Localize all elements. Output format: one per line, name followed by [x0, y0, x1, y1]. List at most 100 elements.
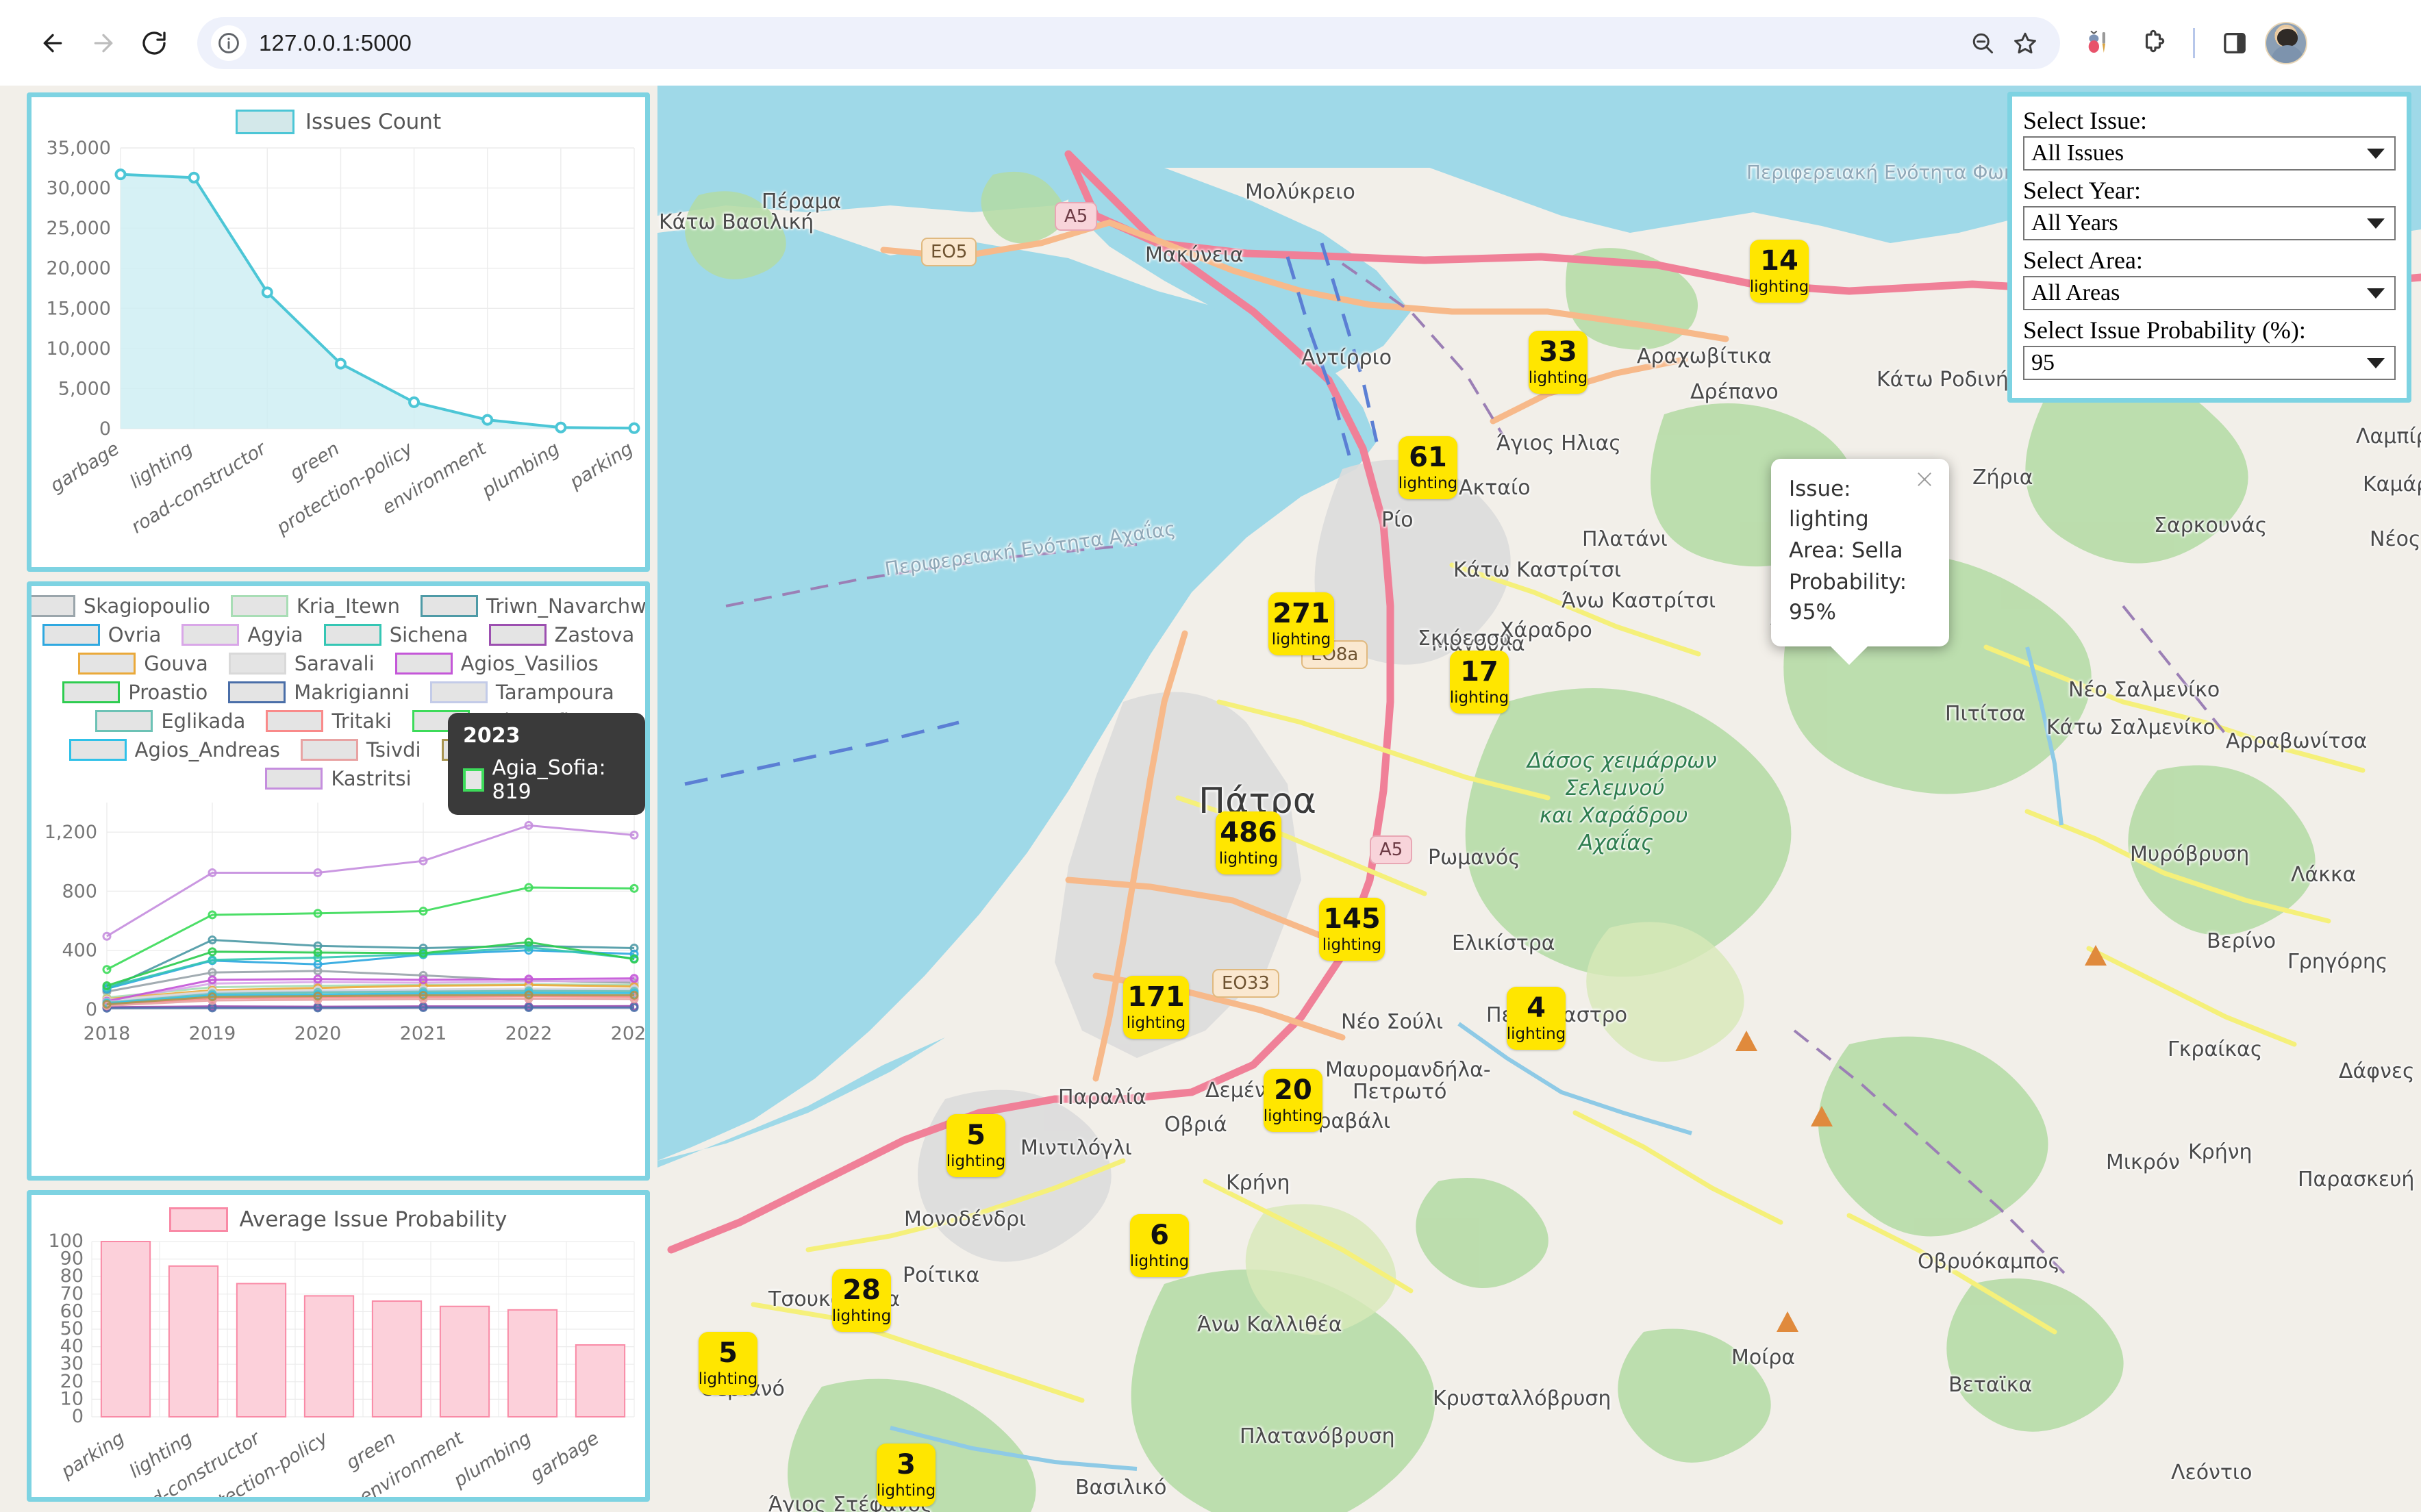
svg-text:30,000: 30,000 [47, 178, 111, 199]
back-button[interactable] [27, 18, 78, 68]
marker-issue: lighting [1322, 936, 1382, 954]
issues-count-chart[interactable]: 0 5,000 10,000 15,000 20,000 25,000 30,000 35,0… [32, 134, 645, 559]
issues-count-legend[interactable]: Issues Count [32, 97, 645, 134]
legend-row: Proastio Makrigianni Tarampoura [62, 681, 614, 704]
legend-swatch [300, 739, 358, 761]
svg-text:2022: 2022 [505, 1023, 553, 1044]
legend-swatch [488, 624, 547, 646]
zoom-out-icon[interactable] [1961, 22, 2004, 64]
svg-text:0: 0 [86, 999, 97, 1020]
address-bar[interactable]: 127.0.0.1:5000 [197, 16, 2060, 69]
forward-button[interactable] [78, 18, 129, 68]
issues-count-panel: Issues Count 0 5,000 10,000 15,000 20,000 25,… [27, 92, 650, 572]
legend-label: Kria_Itewn [296, 594, 401, 618]
legend-item[interactable]: Sichena [323, 623, 468, 646]
svg-text:road-constructor: road-constructor [127, 438, 271, 538]
avg-probability-chart[interactable]: 0102030405060708090100parkinglightingroa… [32, 1232, 645, 1499]
legend-item[interactable]: Tritaki [266, 709, 392, 733]
legend-item[interactable]: Kastritsi [265, 767, 412, 790]
marker-count: 6 [1150, 1220, 1169, 1251]
year-select[interactable]: All Years [2023, 206, 2396, 240]
legend-swatch [228, 653, 286, 675]
marker-count: 3 [896, 1449, 916, 1480]
issue-marker[interactable]: 4 lighting [1507, 987, 1566, 1050]
marker-count: 61 [1409, 442, 1447, 473]
issue-marker[interactable]: 171 lighting [1123, 976, 1189, 1039]
chevron-down-icon [2367, 148, 2385, 159]
issue-marker[interactable]: 14 lighting [1750, 240, 1809, 303]
svg-text:1,200: 1,200 [45, 822, 97, 843]
legend-item[interactable]: Skagiopoulio [32, 594, 210, 618]
legend-item[interactable]: Triwn_Navarchwn [421, 594, 650, 618]
marker-count: 28 [842, 1274, 881, 1306]
legend-label: Triwn_Navarchwn [486, 594, 650, 618]
issue-marker[interactable]: 271 lighting [1268, 592, 1334, 655]
legend-label: Agios_Vasilios [460, 652, 599, 675]
issue-marker[interactable]: 61 lighting [1398, 436, 1457, 499]
legend-item[interactable]: Makrigianni [228, 681, 410, 704]
popup-probability: Probability: 95% [1789, 570, 1907, 625]
area-trends-chart[interactable]: 0 400 800 1,200 2018 2019 2020 2021 2022 2023 [32, 790, 645, 1064]
legend-item[interactable]: Agyia [181, 623, 303, 646]
legend-item[interactable]: Tarampoura [429, 681, 614, 704]
marker-issue: lighting [1271, 631, 1331, 648]
legend-item[interactable]: Agios_Vasilios [394, 652, 599, 675]
issue-marker[interactable]: 33 lighting [1529, 331, 1588, 394]
legend-item[interactable]: Saravali [228, 652, 375, 675]
road-shield: EO33 [1212, 969, 1279, 998]
legend-item[interactable]: Tsivdi [300, 738, 421, 761]
svg-text:35,000: 35,000 [47, 138, 111, 159]
issue-marker[interactable]: 3 lighting [877, 1444, 936, 1507]
legend-item[interactable]: Zastova [488, 623, 634, 646]
svg-text:parking: parking [566, 438, 637, 494]
legend-label: Agyia [247, 623, 303, 646]
site-info-icon[interactable] [211, 25, 247, 61]
issue-marker[interactable]: 20 lighting [1264, 1069, 1322, 1132]
issue-marker[interactable]: 5 lighting [699, 1332, 757, 1395]
legend-item[interactable]: Gouva [78, 652, 208, 675]
svg-text:100: 100 [48, 1232, 84, 1252]
legend-item[interactable]: Agios_Andreas [68, 738, 280, 761]
issue-marker[interactable]: 5 lighting [946, 1114, 1005, 1177]
legend-label: Eglikada [161, 709, 246, 733]
legend-label: Tsivdi [366, 738, 421, 761]
legend-item[interactable]: Ovria [42, 623, 161, 646]
legend-item[interactable]: Proastio [62, 681, 208, 704]
probability-select-label: Select Issue Probability (%): [2023, 316, 2306, 344]
profile-avatar[interactable] [2265, 21, 2307, 64]
marker-count: 20 [1274, 1074, 1312, 1106]
legend-swatch [421, 595, 479, 617]
svg-text:400: 400 [62, 940, 97, 961]
issue-marker[interactable]: 17 lighting [1450, 651, 1509, 714]
issue-marker[interactable]: 486 lighting [1216, 811, 1281, 874]
issue-select[interactable]: All Issues [2023, 136, 2396, 171]
legend-swatch [42, 624, 100, 646]
popup-close-icon[interactable]: × [1914, 466, 1935, 492]
marker-issue: lighting [698, 1370, 758, 1388]
issue-marker[interactable]: 28 lighting [832, 1269, 891, 1332]
legend-label: Sichena [389, 623, 468, 646]
svg-text:garbage: garbage [527, 1428, 603, 1487]
side-panel-icon[interactable] [2210, 18, 2259, 68]
legend-item[interactable]: Eglikada [95, 709, 245, 733]
probability-select-value: 95 [2031, 350, 2055, 375]
avg-probability-legend[interactable]: Average Issue Probability [32, 1195, 645, 1232]
issue-marker[interactable]: 6 lighting [1130, 1214, 1189, 1277]
toolbar-divider [2193, 27, 2195, 58]
legend-label: Tarampoura [495, 681, 614, 704]
marker-issue: lighting [876, 1482, 936, 1500]
issue-marker[interactable]: 145 lighting [1319, 898, 1385, 961]
extensions-puzzle-icon[interactable] [2129, 18, 2178, 68]
legend-swatch [78, 653, 136, 675]
debug-extension-icon[interactable] [2074, 18, 2123, 68]
issue-popup[interactable]: × Issue: lighting Area: Sella Probabilit… [1771, 459, 1949, 666]
svg-text:15,000: 15,000 [47, 298, 111, 319]
legend-item[interactable]: Kria_Itewn [230, 594, 401, 618]
reload-button[interactable] [129, 18, 179, 68]
bookmark-star-icon[interactable] [2004, 22, 2046, 64]
area-select[interactable]: All Areas [2023, 276, 2396, 310]
probability-select[interactable]: 95 [2023, 346, 2396, 380]
svg-text:0: 0 [99, 418, 111, 440]
marker-issue: lighting [1749, 278, 1809, 296]
avg-probability-panel: Average Issue Probability 0 10 20 30 40 50 60 7… [27, 1190, 650, 1502]
